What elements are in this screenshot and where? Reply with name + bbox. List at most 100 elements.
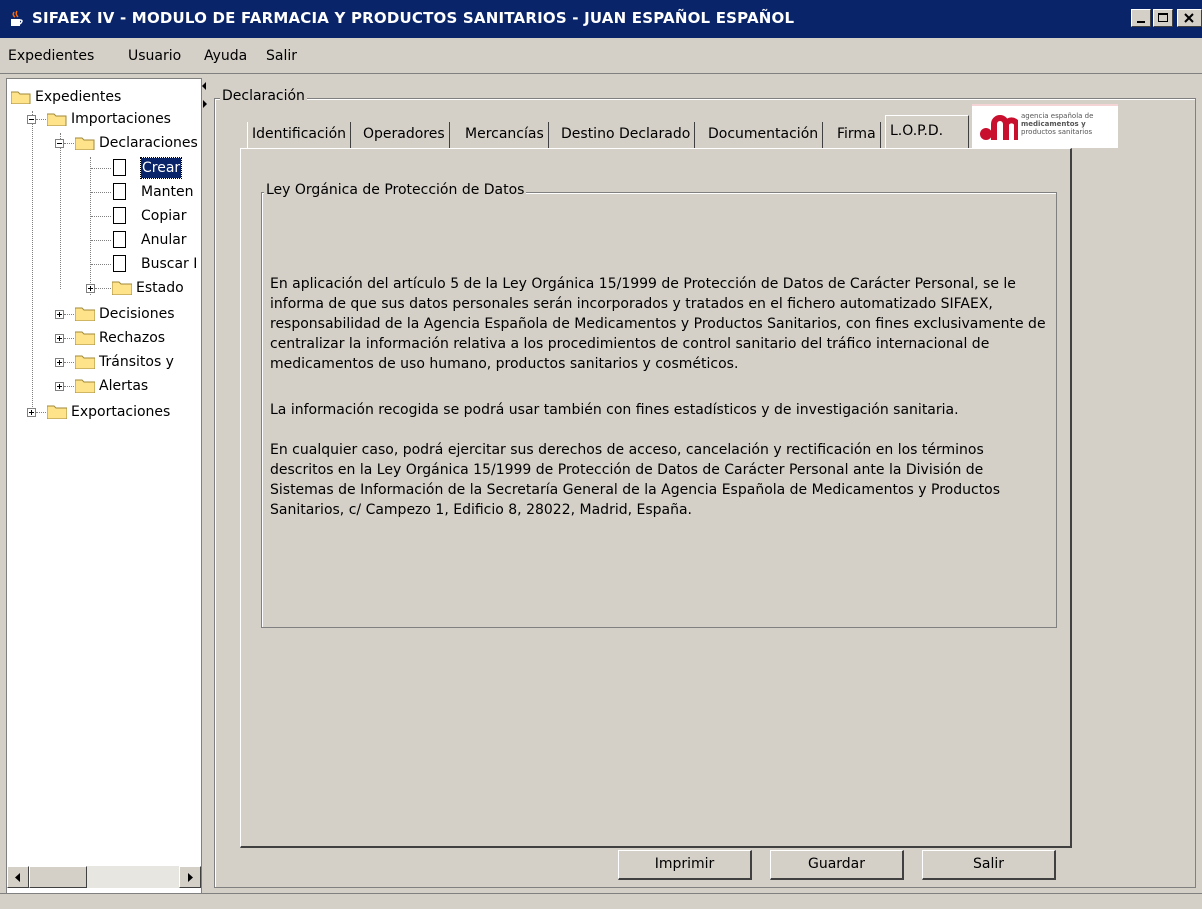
logo-text-line3: productos sanitarios — [1021, 128, 1093, 136]
tree-connector — [32, 111, 33, 411]
folder-icon — [75, 355, 95, 369]
tree-connector — [91, 216, 111, 217]
tree-connector — [91, 168, 111, 169]
tree-connector — [64, 143, 74, 144]
tree-connector — [36, 119, 46, 120]
tree-label: Decisiones — [99, 306, 175, 322]
tree-connector — [64, 386, 74, 387]
expand-icon[interactable] — [55, 310, 64, 319]
tree-connector — [91, 192, 111, 193]
tab-operadores[interactable]: Operadores — [359, 122, 450, 148]
menu-divider — [0, 73, 1202, 74]
collapse-icon[interactable] — [27, 115, 36, 124]
save-button[interactable]: Guardar — [770, 850, 904, 880]
navigation-tree[interactable]: Expedientes Importaciones Declaraciones … — [6, 78, 202, 904]
document-icon — [113, 183, 126, 200]
lopd-paragraph-1: En aplicación del artículo 5 de la Ley O… — [270, 276, 1046, 372]
declaracion-group-title: Declaración — [220, 88, 307, 104]
tree-label: Anular — [141, 232, 187, 248]
open-folder-icon — [11, 91, 31, 104]
folder-icon — [47, 405, 67, 419]
tab-label: Documentación — [708, 126, 819, 142]
menu-expedientes[interactable]: Expedientes — [8, 48, 94, 64]
minimize-icon — [1137, 21, 1145, 23]
tree-label: Alertas — [99, 378, 149, 394]
tree-label: Expedientes — [35, 89, 122, 105]
tab-label: Identificación — [252, 126, 347, 142]
scroll-left-button[interactable] — [7, 866, 29, 888]
tab-label: L.O.P.D. — [890, 123, 944, 139]
tab-mercancias[interactable]: Mercancías — [461, 122, 549, 148]
tab-label: Destino Declarado — [561, 126, 691, 142]
document-icon — [113, 255, 126, 272]
expand-icon[interactable] — [27, 408, 36, 417]
tab-label: Operadores — [363, 126, 445, 142]
tree-connector — [64, 362, 74, 363]
document-icon — [113, 207, 126, 224]
folder-icon — [75, 307, 95, 321]
print-button[interactable]: Imprimir — [618, 850, 752, 880]
tree-connector — [95, 288, 111, 289]
arrow-right-icon — [188, 873, 193, 882]
tree-label: Estado — [136, 280, 184, 296]
collapse-icon[interactable] — [55, 139, 64, 148]
arrow-left-icon — [15, 873, 20, 882]
tab-firma[interactable]: Firma — [833, 122, 881, 148]
tree-label: Declaraciones — [99, 135, 198, 151]
expand-icon[interactable] — [55, 358, 64, 367]
menu-usuario[interactable]: Usuario — [128, 48, 181, 64]
logo-text-line2: medicamentos y — [1021, 120, 1086, 128]
tree-connector — [91, 240, 111, 241]
close-icon — [1184, 13, 1194, 23]
aemps-logo: agencia española de medicamentos y produ… — [972, 104, 1118, 148]
panel-splitter[interactable] — [202, 78, 208, 904]
title-bar: SIFAEX IV - MODULO DE FARMACIA Y PRODUCT… — [0, 0, 1202, 38]
tree-label: Importaciones — [71, 111, 171, 127]
expand-icon[interactable] — [55, 382, 64, 391]
menu-salir[interactable]: Salir — [266, 48, 297, 64]
tree-connector — [64, 338, 74, 339]
folder-icon — [75, 331, 95, 345]
tab-identificacion[interactable]: Identificación — [247, 122, 352, 148]
menu-bar: Expedientes Usuario Ayuda Salir — [0, 38, 1202, 72]
tab-lopd[interactable]: L.O.P.D. — [885, 115, 969, 149]
lopd-group-title: Ley Orgánica de Protección de Datos — [264, 182, 527, 198]
tree-connector — [60, 133, 61, 289]
tree-label: Exportaciones — [71, 404, 171, 420]
tree-connector — [36, 412, 46, 413]
exit-button[interactable]: Salir — [922, 850, 1056, 880]
tree-label: Tránsitos y — [99, 354, 174, 370]
maximize-button[interactable] — [1153, 9, 1173, 27]
minimize-button[interactable] — [1131, 9, 1151, 27]
menu-ayuda[interactable]: Ayuda — [204, 48, 247, 64]
status-bar — [0, 893, 1202, 909]
scroll-thumb[interactable] — [29, 866, 87, 888]
close-button[interactable] — [1177, 9, 1202, 27]
open-folder-icon — [47, 113, 67, 126]
logo-text-line1: agencia española de — [1021, 112, 1094, 120]
maximize-icon — [1158, 13, 1168, 22]
tab-label: Mercancías — [465, 126, 544, 142]
folder-icon — [112, 281, 132, 295]
tree-label: Rechazos — [99, 330, 166, 346]
document-icon — [113, 159, 126, 176]
tree-connector — [64, 314, 74, 315]
window-title: SIFAEX IV - MODULO DE FARMACIA Y PRODUCT… — [32, 9, 795, 27]
tab-documentacion[interactable]: Documentación — [704, 122, 824, 148]
scroll-right-button[interactable] — [179, 866, 201, 888]
expand-icon[interactable] — [55, 334, 64, 343]
open-folder-icon — [75, 137, 95, 150]
tree-label: Copiar — [141, 208, 187, 224]
java-cup-icon — [11, 10, 23, 26]
tree-horizontal-scrollbar[interactable] — [7, 866, 201, 888]
tree-connector — [91, 264, 111, 265]
tab-destino-declarado[interactable]: Destino Declarado — [557, 122, 696, 148]
aemps-logo-icon — [980, 115, 1018, 140]
tree-label: Manten — [141, 184, 194, 200]
lopd-paragraph-3: En cualquier caso, podrá ejercitar sus d… — [270, 442, 1001, 518]
folder-icon — [75, 379, 95, 393]
tree-label: Buscar I — [141, 256, 198, 272]
expand-icon[interactable] — [86, 284, 95, 293]
document-icon — [113, 231, 126, 248]
splitter-arrows-icon[interactable] — [202, 80, 208, 110]
